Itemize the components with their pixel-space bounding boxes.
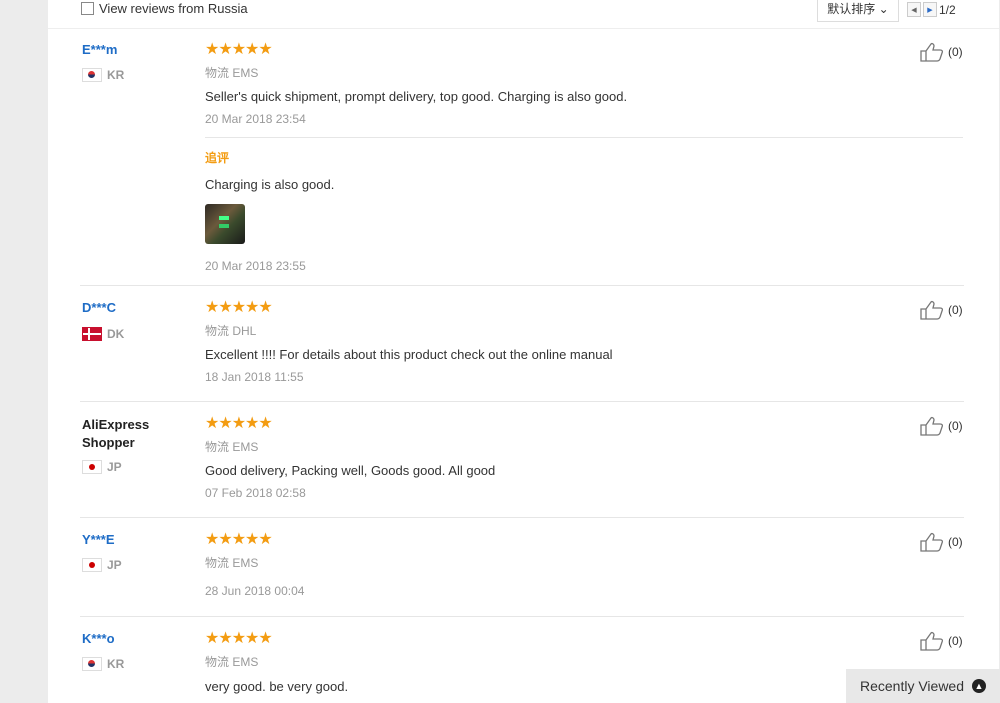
star-rating: ★★★★★ bbox=[205, 531, 273, 548]
thumbs-up-icon bbox=[920, 42, 944, 62]
star-rating: ★★★★★ bbox=[205, 41, 273, 58]
reviewer-country: JP bbox=[82, 558, 122, 572]
reviewer-country: KR bbox=[82, 657, 124, 671]
next-page-button[interactable]: ▶ bbox=[923, 2, 937, 17]
reviewer-country: JP bbox=[82, 460, 122, 474]
helpful-button[interactable]: (0) bbox=[920, 300, 963, 320]
reviewer-name[interactable]: AliExpress Shopper bbox=[82, 416, 162, 452]
logistics-info: 物流 EMS bbox=[205, 655, 259, 669]
reviewer-name[interactable]: K***o bbox=[82, 631, 115, 646]
reviewer-name[interactable]: Y***E bbox=[82, 532, 115, 547]
helpful-button[interactable]: (0) bbox=[920, 416, 963, 436]
review-divider bbox=[80, 285, 964, 286]
thumbs-up-icon bbox=[920, 416, 944, 436]
country-code: JP bbox=[107, 460, 122, 474]
sort-dropdown[interactable]: 默认排序 ⌄ bbox=[817, 0, 899, 22]
review-date: 18 Jan 2018 11:55 bbox=[205, 370, 304, 384]
thumbs-up-icon bbox=[920, 631, 944, 651]
country-code: JP bbox=[107, 558, 122, 572]
logistics-info: 物流 DHL bbox=[205, 324, 257, 338]
additional-review-date: 20 Mar 2018 23:55 bbox=[205, 259, 306, 273]
page-indicator: 1/2 bbox=[939, 2, 956, 17]
reviewer-name[interactable]: D***C bbox=[82, 300, 116, 315]
country-code: KR bbox=[107, 68, 125, 82]
review-divider bbox=[80, 401, 964, 402]
helpful-count: (0) bbox=[948, 45, 963, 59]
helpful-count: (0) bbox=[948, 535, 963, 549]
thumbs-up-icon bbox=[920, 300, 944, 320]
chevron-up-circle-icon: ▲ bbox=[972, 679, 987, 693]
prev-page-button[interactable]: ◀ bbox=[907, 2, 921, 17]
pagination: ◀ ▶ 1/2 bbox=[907, 2, 956, 17]
review-date: 07 Feb 2018 02:58 bbox=[205, 486, 306, 500]
review-text: Excellent !!!! For details about this pr… bbox=[205, 347, 613, 362]
korea-flag-icon bbox=[82, 68, 102, 82]
divider bbox=[205, 137, 963, 138]
japan-flag-icon bbox=[82, 460, 102, 474]
logistics-info: 物流 EMS bbox=[205, 440, 259, 454]
helpful-count: (0) bbox=[948, 303, 963, 317]
review-divider bbox=[80, 616, 964, 617]
recently-viewed-label: Recently Viewed bbox=[859, 678, 965, 694]
logistics-info: 物流 EMS bbox=[205, 556, 259, 570]
reviews-toolbar: View reviews from Russia 默认排序 ⌄ ◀ ▶ 1/2 bbox=[48, 0, 999, 29]
helpful-count: (0) bbox=[948, 634, 963, 648]
reviewer-country: DK bbox=[82, 327, 124, 341]
reviewer-name[interactable]: E***m bbox=[82, 42, 117, 57]
russia-filter-label: View reviews from Russia bbox=[99, 1, 248, 16]
review-photo-thumbnail[interactable] bbox=[205, 204, 245, 244]
korea-flag-icon bbox=[82, 657, 102, 671]
reviews-panel: View reviews from Russia 默认排序 ⌄ ◀ ▶ 1/2 … bbox=[48, 0, 999, 703]
review-date: 20 Mar 2018 23:54 bbox=[205, 112, 306, 126]
review-divider bbox=[80, 517, 964, 518]
additional-review-text: Charging is also good. bbox=[205, 177, 335, 192]
country-code: DK bbox=[107, 327, 125, 341]
denmark-flag-icon bbox=[82, 327, 102, 341]
thumbs-up-icon bbox=[920, 532, 944, 552]
logistics-info: 物流 EMS bbox=[205, 66, 259, 80]
star-rating: ★★★★★ bbox=[205, 415, 273, 432]
star-rating: ★★★★★ bbox=[205, 299, 273, 316]
helpful-button[interactable]: (0) bbox=[920, 631, 963, 651]
additional-review-label: 追评 bbox=[205, 151, 230, 165]
helpful-button[interactable]: (0) bbox=[920, 532, 963, 552]
review-text: Seller's quick shipment, prompt delivery… bbox=[205, 89, 628, 104]
review-text: very good. be very good. bbox=[205, 679, 349, 694]
russia-filter-checkbox[interactable] bbox=[81, 2, 94, 15]
recently-viewed-button[interactable]: Recently Viewed ▲ bbox=[846, 669, 1000, 703]
star-rating: ★★★★★ bbox=[205, 630, 273, 647]
review-date: 28 Jun 2018 00:04 bbox=[205, 584, 305, 598]
japan-flag-icon bbox=[82, 558, 102, 572]
helpful-button[interactable]: (0) bbox=[920, 42, 963, 62]
russia-filter[interactable]: View reviews from Russia bbox=[81, 1, 248, 16]
country-code: KR bbox=[107, 657, 125, 671]
helpful-count: (0) bbox=[948, 419, 963, 433]
review-text: Good delivery, Packing well, Goods good.… bbox=[205, 463, 496, 478]
reviewer-country: KR bbox=[82, 68, 124, 82]
